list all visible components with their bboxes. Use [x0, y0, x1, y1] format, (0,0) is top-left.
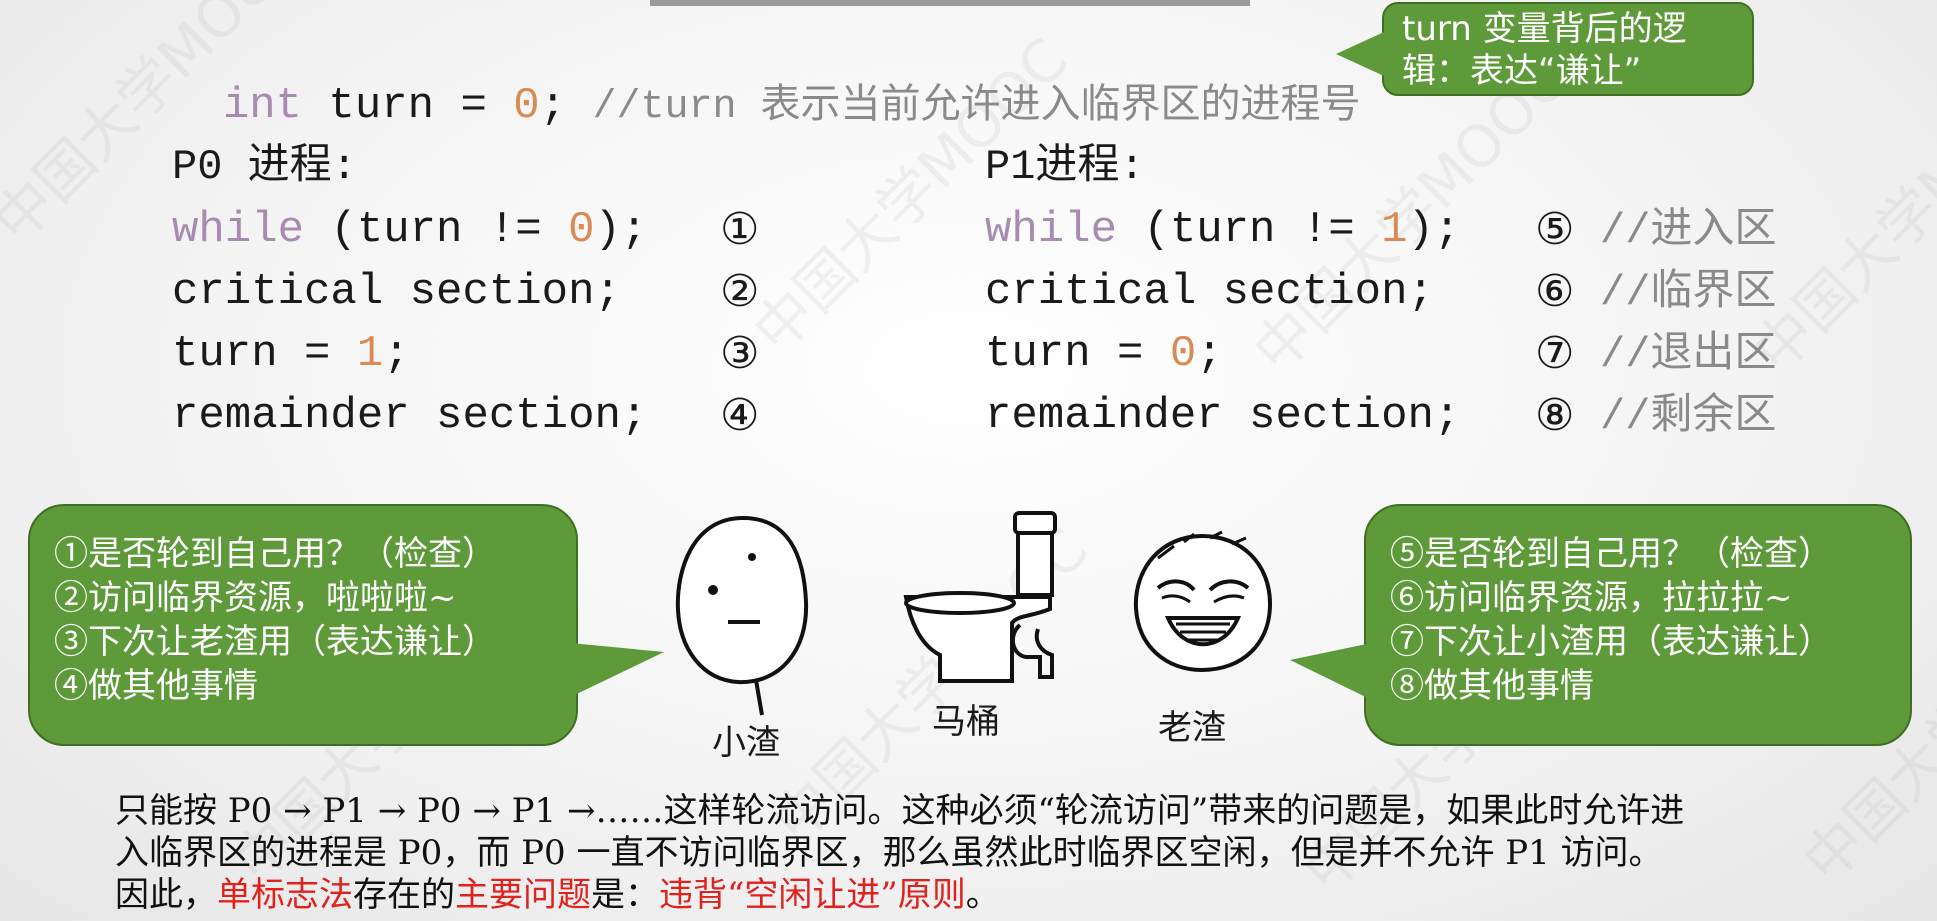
explanation-line: 入临界区的进程是 P0，而 P0 一直不访问临界区，那么虽然此时临界区空闲，但是…: [115, 833, 1663, 873]
p0-line-3: turn = 1;: [172, 332, 410, 376]
p1-line-2: critical section;: [985, 267, 1434, 317]
callout-tail: [1336, 32, 1384, 76]
step-marker: ③: [720, 328, 760, 379]
callout-line: turn 变量背后的逻: [1402, 9, 1687, 49]
p1-title: P1进程:: [985, 143, 1145, 191]
code-text: ;: [539, 81, 593, 131]
poker-face-icon: [675, 515, 809, 716]
code-text: ;: [1196, 329, 1223, 379]
p0-line-4: remainder section;: [172, 391, 648, 441]
section-comment: //临界区: [1600, 269, 1777, 317]
code-text: ;: [383, 329, 410, 379]
step-marker: ⑤: [1535, 204, 1575, 255]
highlight-principle: 违背“空闲让进”原则: [659, 875, 966, 915]
bubble-line: ⑤是否轮到自己用？（检查）: [1390, 534, 1832, 574]
highlight-problem: 主要问题: [455, 875, 591, 915]
text: 是：: [591, 875, 659, 915]
p1-line-4: remainder section;: [985, 391, 1461, 441]
section-comment: //剩余区: [1600, 393, 1777, 441]
right-bubble-tail: [1290, 642, 1376, 702]
p0-title: P0 进程:: [172, 143, 357, 191]
p1-line-3: turn = 0;: [985, 332, 1223, 376]
bubble-line: ②访问临界资源，啦啦啦~: [54, 578, 457, 618]
step-marker: ②: [720, 266, 760, 317]
code-text: turn =: [172, 329, 357, 379]
text: 。: [965, 875, 1000, 915]
number-literal: 0: [513, 81, 540, 131]
toilet-label: 马桶: [932, 702, 1000, 742]
bubble-line: ④做其他事情: [54, 666, 258, 706]
keyword-while: while: [172, 205, 305, 255]
turn-declaration: int turn = 0; //turn 表示当前允许进入临界区的进程号: [170, 40, 1361, 128]
highlight-method: 单标志法: [217, 875, 353, 915]
code-text: turn =: [302, 81, 514, 131]
left-speech-bubble: ①是否轮到自己用？（检查） ②访问临界资源，啦啦啦~ ③下次让老渣用（表达谦让）…: [28, 504, 578, 746]
keyword-int: int: [222, 81, 303, 131]
explanation-line: 因此，单标志法存在的主要问题是：违背“空闲让进”原则。: [115, 874, 1684, 916]
code-comment: //turn 表示当前允许进入临界区的进程号: [592, 85, 1361, 130]
laughing-face-icon: [1133, 530, 1273, 673]
number-literal: 1: [1381, 205, 1408, 255]
code-text: );: [1407, 205, 1461, 255]
explanation-paragraph: 只能按 P0 → P1 → P0 → P1 →……这样轮流访问。这种必须“轮流访…: [115, 790, 1684, 916]
number-literal: 0: [568, 205, 595, 255]
p1-line-1: while (turn != 1);: [985, 208, 1460, 252]
callout-line: 辑：表达“谦让”: [1402, 51, 1642, 91]
character-label: 老渣: [1158, 708, 1226, 748]
step-marker: ⑥: [1535, 266, 1575, 317]
bubble-line: ⑦下次让小渣用（表达谦让）: [1390, 622, 1832, 662]
left-bubble-tail: [560, 642, 664, 702]
bubble-line: ⑧做其他事情: [1390, 666, 1594, 706]
bubble-line: ③下次让老渣用（表达谦让）: [54, 622, 496, 662]
step-marker: ⑦: [1535, 328, 1575, 379]
explanation-line: 只能按 P0 → P1 → P0 → P1 →……这样轮流访问。这种必须“轮流访…: [115, 791, 1685, 831]
code-text: );: [594, 205, 648, 255]
top-divider: [650, 0, 1250, 6]
p0-line-2: critical section;: [172, 267, 621, 317]
keyword-while: while: [985, 205, 1118, 255]
text: 存在的: [353, 875, 455, 915]
p0-line-1: while (turn != 0);: [172, 208, 647, 252]
toilet-icon: [903, 511, 1057, 683]
step-marker: ①: [720, 204, 760, 255]
code-text: turn =: [985, 329, 1170, 379]
bubble-line: ⑥访问临界资源，拉拉拉~: [1390, 578, 1793, 618]
code-text: (turn !=: [304, 205, 569, 255]
right-speech-bubble: ⑤是否轮到自己用？（检查） ⑥访问临界资源，拉拉拉~ ⑦下次让小渣用（表达谦让）…: [1364, 504, 1912, 746]
section-comment: //退出区: [1600, 331, 1777, 379]
bubble-line: ①是否轮到自己用？（检查）: [54, 534, 496, 574]
number-literal: 1: [356, 329, 384, 379]
callout-bubble: turn 变量背后的逻 辑：表达“谦让”: [1382, 2, 1754, 96]
text: 因此，: [115, 875, 217, 915]
character-label: 小渣: [712, 723, 780, 763]
section-comment: //进入区: [1600, 207, 1777, 255]
code-text: (turn !=: [1117, 205, 1382, 255]
step-marker: ④: [720, 390, 760, 441]
step-marker: ⑧: [1535, 390, 1575, 441]
number-literal: 0: [1169, 329, 1197, 379]
